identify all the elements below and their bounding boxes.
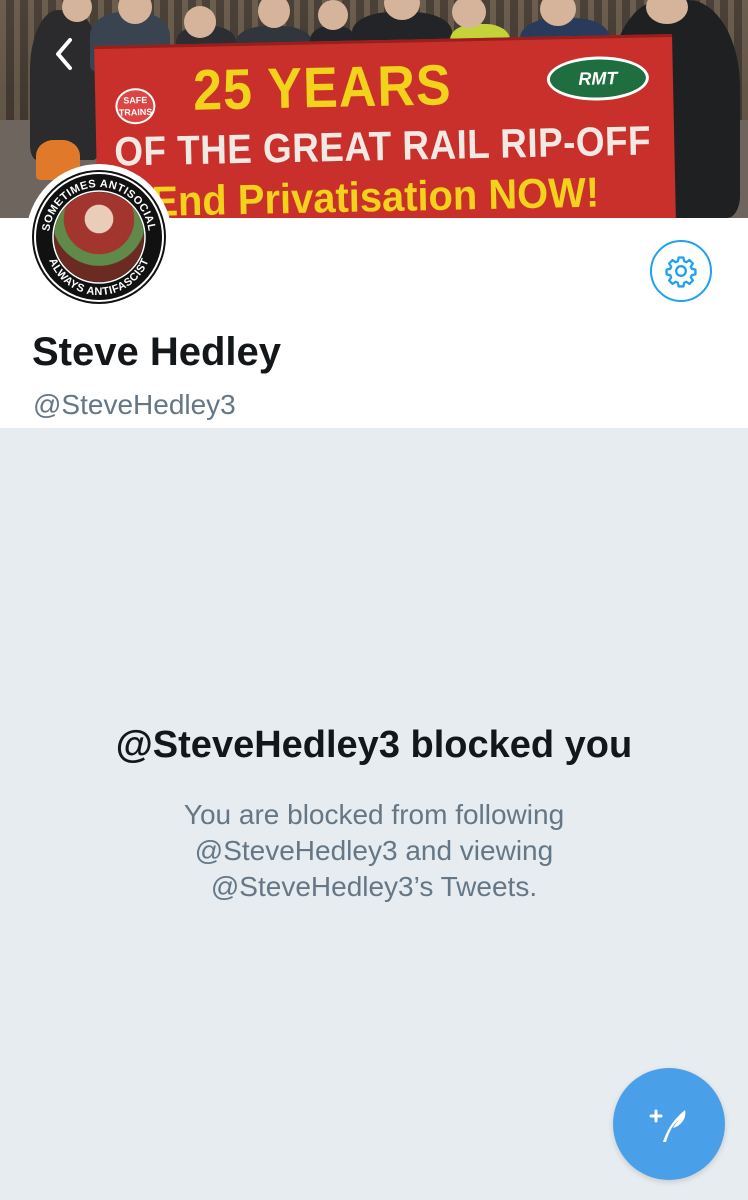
blocked-description-line: @SteveHedley3 and viewing [194, 835, 554, 866]
person-head [318, 0, 348, 30]
profile-handle: @SteveHedley3 [33, 389, 236, 420]
profile-display-name: Steve Hedley [32, 330, 282, 374]
avatar-ring-top-text: SOMETIMES ANTISOCIAL [40, 178, 157, 232]
avatar-ring-text: SOMETIMES ANTISOCIAL ALWAYS ANTIFASCIST [34, 172, 164, 302]
avatar[interactable]: SOMETIMES ANTISOCIAL ALWAYS ANTIFASCIST [26, 164, 172, 310]
svg-text:ALWAYS ANTIFASCIST: ALWAYS ANTIFASCIST [46, 256, 151, 298]
rmt-logo: RMT [546, 55, 650, 102]
chevron-left-icon [56, 38, 72, 70]
safe-trains-logo-text: SAFE TRAINS [118, 94, 153, 118]
blocked-description-line: You are blocked from following [183, 799, 565, 830]
person-head [184, 6, 216, 38]
avatar-badge: SOMETIMES ANTISOCIAL ALWAYS ANTIFASCIST [32, 170, 166, 304]
avatar-ring-bottom-text: ALWAYS ANTIFASCIST [46, 256, 151, 298]
blocked-description-line: @SteveHedley3’s Tweets. [210, 871, 538, 902]
banner-subheadline: OF THE GREAT RAIL RIP-OFF [113, 117, 652, 175]
svg-text:SOMETIMES ANTISOCIAL: SOMETIMES ANTISOCIAL [40, 178, 157, 232]
compose-tweet-icon [649, 1109, 686, 1142]
gear-icon [665, 256, 697, 288]
settings-button[interactable] [650, 240, 712, 302]
back-button[interactable] [48, 34, 82, 74]
compose-tweet-button[interactable] [613, 1068, 725, 1180]
blocked-title: @SteveHedley3 blocked you [115, 724, 633, 766]
blocked-description: You are blocked from following @SteveHed… [124, 797, 624, 905]
banner-headline: 25 YEARS [192, 53, 453, 123]
banner-slogan: End Privatisation NOW! [150, 168, 600, 218]
safe-trains-logo: SAFE TRAINS [115, 87, 156, 125]
protest-banner: SAFE TRAINS 25 YEARS RMT OF THE GREAT RA… [94, 33, 676, 218]
